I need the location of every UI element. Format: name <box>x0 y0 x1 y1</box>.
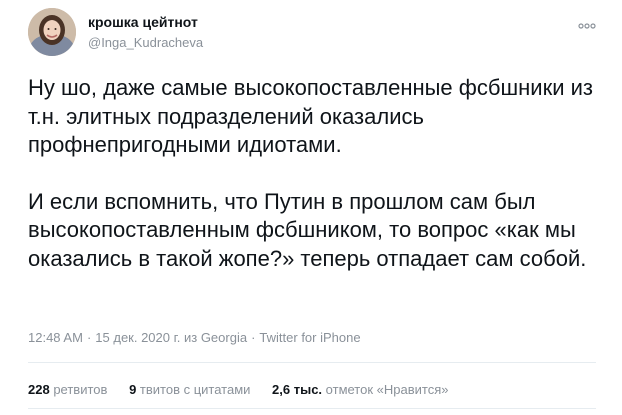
avatar-photo <box>28 8 76 56</box>
tweet-date[interactable]: 15 дек. 2020 г. из Georgia <box>95 330 247 345</box>
divider <box>28 362 596 363</box>
quotes-label: твитов с цитатами <box>139 382 251 397</box>
tweet-stats: 228 ретвитов 9 твитов с цитатами 2,6 тыс… <box>28 382 466 397</box>
divider <box>28 408 596 409</box>
avatar[interactable] <box>28 8 76 56</box>
quotes-stat[interactable]: 9 твитов с цитатами <box>129 382 250 397</box>
meta-separator: · <box>86 330 92 345</box>
retweets-count: 228 <box>28 382 50 397</box>
retweets-label: ретвитов <box>53 382 108 397</box>
retweets-stat[interactable]: 228 ретвитов <box>28 382 107 397</box>
tweet-time[interactable]: 12:48 AM <box>28 330 83 345</box>
author-display-name[interactable]: крошка цейтнот <box>88 14 198 30</box>
meta-separator: · <box>251 330 256 345</box>
likes-count: 2,6 тыс. <box>272 382 323 397</box>
likes-label: отметок «Нравится» <box>325 382 449 397</box>
tweet-metadata: 12:48 AM · 15 дек. 2020 г. из Georgia · Twit… <box>28 330 361 345</box>
quotes-count: 9 <box>129 382 137 397</box>
author-handle[interactable]: @Inga_Kudracheva <box>88 35 203 50</box>
likes-stat[interactable]: 2,6 тыс. отметок «Нравится» <box>272 382 448 397</box>
tweet-paragraph-2: И если вспомнить, что Путин в прошлом са… <box>28 188 587 271</box>
tweet-source[interactable]: Twitter for iPhone <box>259 330 360 345</box>
tweet-card: крошка цейтнот @Inga_Kudracheva Ну шо, д… <box>0 0 622 415</box>
tweet-paragraph-1: Ну шо, даже самые высокопоставленные фсб… <box>28 75 593 157</box>
tweet-text: Ну шо, даже самые высокопоставленные фсб… <box>28 74 608 273</box>
more-dots-icon[interactable] <box>578 17 596 29</box>
